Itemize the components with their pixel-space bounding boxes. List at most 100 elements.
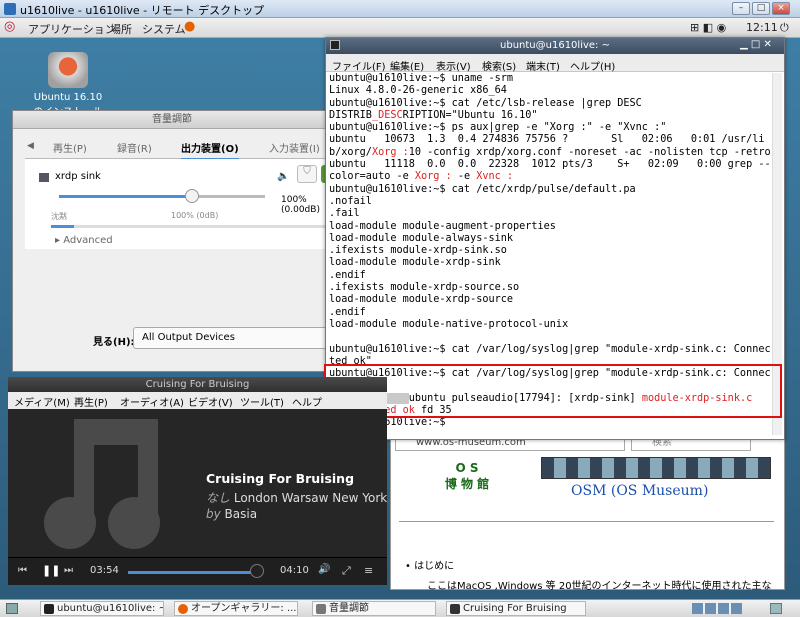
terminal-line: color=auto -e Xorg : -e Xvnc :	[329, 171, 514, 183]
bottom-taskbar: ubuntu@u1610live: ~ オープンギャラリー: ... 音量調節 …	[0, 599, 800, 617]
volume-slider-track[interactable]	[59, 195, 265, 198]
video-menu-audio[interactable]: オーディオ(A)	[120, 394, 184, 409]
level-meter-fill	[51, 225, 74, 228]
tab-input-devices[interactable]: 入力装置(I)	[269, 140, 320, 155]
installer-icon	[48, 52, 88, 88]
mute-speaker-icon[interactable]: 🔈	[277, 171, 289, 182]
tab-recording[interactable]: 録音(R)	[117, 140, 152, 155]
fullscreen-icon[interactable]: ⤢	[342, 564, 351, 578]
video-menu-media[interactable]: メディア(M)	[14, 394, 70, 409]
level-meter	[51, 225, 333, 228]
task-terminal[interactable]: ubuntu@u1610live: ~	[40, 601, 164, 616]
task-browser-label: オープンギャラリー: ...	[191, 603, 297, 614]
sound-tabs: ◀ 再生(P) 録音(R) 出力装置(O) 入力装置(I)	[25, 135, 331, 160]
menu-terminal[interactable]: 端末(T)	[526, 58, 560, 73]
volume-icon[interactable]: 🔊	[318, 564, 330, 575]
task-sound[interactable]: 音量調節	[312, 601, 436, 616]
maximize-button[interactable]: □	[752, 2, 770, 15]
ubuntu-logo-icon[interactable]: ◎	[4, 19, 15, 34]
speaker-card-icon	[39, 173, 49, 182]
view-label: 見る(H):	[93, 337, 135, 348]
show-desktop-icon[interactable]	[6, 603, 18, 614]
terminal-line: ubuntu 11118 0.0 0.0 22328 1012 pts/3 S+…	[329, 159, 771, 171]
album-name: London Warsaw New York	[233, 491, 388, 505]
rdp-app-icon	[4, 3, 16, 15]
menu-search[interactable]: 検索(S)	[482, 58, 516, 73]
rdp-title: u1610live - u1610live - リモート デスクトップ	[20, 4, 265, 17]
silence-label: 沈黙	[51, 212, 67, 221]
album-prefix: なし	[206, 491, 231, 505]
menu-system[interactable]: システム	[142, 21, 186, 37]
seek-knob[interactable]	[250, 564, 264, 578]
rdp-titlebar: u1610live - u1610live - リモート デスクトップ – □ …	[0, 0, 800, 18]
task-sound-label: 音量調節	[329, 603, 369, 614]
tab-playback[interactable]: 再生(P)	[53, 140, 87, 155]
task-video-label: Cruising For Bruising	[463, 603, 567, 614]
seek-bar[interactable]	[128, 571, 262, 574]
artist-name: Basia	[224, 507, 258, 521]
next-icon[interactable]: ⏭	[64, 565, 73, 576]
menu-file[interactable]: ファイル(F)	[332, 58, 386, 73]
previous-icon[interactable]: ⏮	[18, 565, 27, 576]
menu-icon[interactable]: ≡	[364, 564, 373, 577]
video-menu-playback[interactable]: 再生(P)	[74, 394, 108, 409]
tray-icons: ⊞ ◧ ◉	[690, 21, 727, 34]
terminal-title: ubuntu@u1610live: ~	[326, 38, 784, 54]
sound-window-title: 音量調節	[13, 111, 331, 129]
top-panel: ◎ アプリケーション 場所 システム ● ⊞ ◧ ◉ 12:11 ⏻	[0, 18, 800, 38]
bullet-intro: • はじめに	[405, 561, 455, 572]
terminal-line: ubuntu@u1610live:~$	[329, 417, 452, 429]
view-device-select[interactable]: All Output Devices	[133, 327, 329, 349]
terminal-line: DISTRIB_DESCRIPTION="Ubuntu 16.10"	[329, 109, 538, 121]
terminal-line: ubuntu@u1610live:~$ ps aux|grep -e "Xorg…	[329, 122, 667, 134]
terminal-line: Linux 4.8.0-26-generic x86_64	[329, 85, 507, 97]
terminal-line: b/xorg/Xorg :10 -config xrdp/xorg.conf -…	[329, 146, 771, 158]
tab-output-devices[interactable]: 出力装置(O)	[181, 140, 239, 160]
close-button[interactable]: ×	[772, 2, 790, 15]
advanced-label: Advanced	[63, 235, 113, 246]
terminal-line: load-module module-augment-properties	[329, 220, 556, 232]
terminal-app-icon	[330, 40, 340, 50]
artist-prefix: by	[206, 507, 221, 521]
terminal-line: .endif	[329, 306, 366, 318]
power-icon[interactable]: ⏻	[780, 21, 789, 35]
advanced-expander[interactable]: ▸ Advanced	[55, 235, 113, 246]
menu-places[interactable]: 場所	[110, 21, 132, 37]
logo-top: O S	[455, 461, 479, 475]
terminal-line: .endif	[329, 269, 366, 281]
total-time: 04:10	[280, 565, 309, 576]
task-video[interactable]: Cruising For Bruising	[446, 601, 586, 616]
artist-line: by Basia	[206, 507, 257, 521]
menu-applications[interactable]: アプリケーション	[28, 21, 116, 37]
desktop-installer-icon[interactable]: Ubuntu 16.10 のインストール	[28, 52, 108, 118]
video-menu-video[interactable]: ビデオ(V)	[188, 394, 233, 409]
panel-clock[interactable]: 12:11	[746, 21, 778, 34]
terminal-line: load-module module-always-sink	[329, 232, 514, 244]
tab-scroll-left-icon[interactable]: ◀	[27, 141, 34, 151]
video-menu-help[interactable]: ヘルプ	[292, 394, 322, 409]
elapsed-time: 03:54	[90, 565, 119, 576]
menu-help[interactable]: ヘルプ(H)	[570, 58, 615, 73]
firefox-launcher-icon[interactable]: ●	[184, 19, 195, 34]
terminal-line: ubuntu@u1610live:~$ cat /etc/lsb-release…	[329, 97, 642, 109]
highlight-box	[324, 364, 782, 418]
lock-channels-button[interactable]: ⛉	[297, 165, 317, 183]
browser-window: www.os-museum.com 検索 O S 博 物 館 OSM (OS M…	[390, 430, 785, 592]
album-line: なし London Warsaw New York	[206, 489, 387, 506]
trash-icon[interactable]	[770, 603, 782, 614]
music-note-icon	[44, 419, 160, 549]
task-browser[interactable]: オープンギャラリー: ...	[174, 601, 298, 616]
terminal-line: load-module module-native-protocol-unix	[329, 318, 569, 330]
volume-slider-knob[interactable]	[185, 189, 199, 203]
site-title: OSM (OS Museum)	[571, 483, 709, 499]
film-strip-banner	[541, 457, 771, 479]
video-menu-tools[interactable]: ツール(T)	[240, 394, 284, 409]
terminal-window-buttons[interactable]: ▁ □ ✕	[740, 39, 772, 50]
workspace-switcher[interactable]	[692, 603, 742, 614]
menu-view[interactable]: 表示(V)	[436, 58, 471, 73]
pause-icon[interactable]: ❚❚	[42, 564, 60, 577]
menu-edit[interactable]: 編集(E)	[390, 58, 424, 73]
minimize-button[interactable]: –	[732, 2, 750, 15]
intro-text: ここはMacOS ,Windows 等 20世紀のインターネット時代に使用された…	[427, 581, 772, 592]
